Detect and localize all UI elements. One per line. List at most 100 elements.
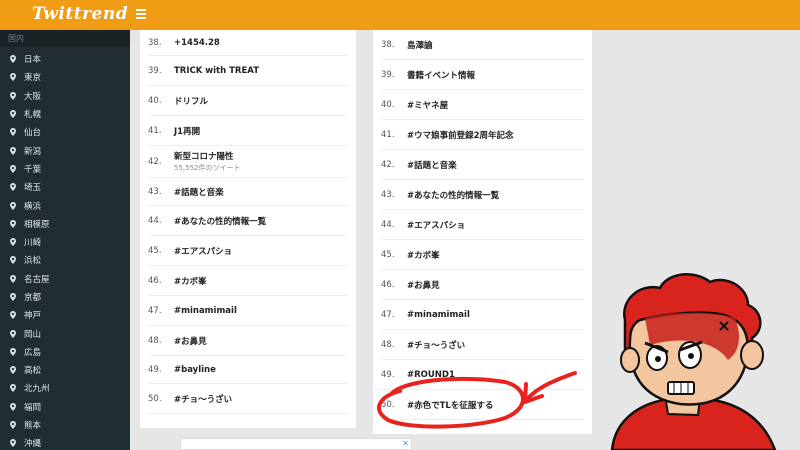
ad-banner[interactable]: ✕ [180, 438, 412, 450]
trend-row[interactable]: 40. ドリフル [148, 86, 348, 116]
trend-row[interactable]: 44. #あなたの性的情報一覧 [148, 206, 348, 236]
trend-topic-link[interactable]: TRICK with TREAT [174, 66, 259, 76]
trend-rank: 45. [381, 249, 395, 260]
trend-row[interactable]: 47. #minamimail [148, 296, 348, 326]
trend-topic-link[interactable]: ドリフル [174, 95, 208, 107]
sidebar-item[interactable]: 京都 [0, 288, 130, 306]
trend-topic-link[interactable]: #ROUND1 [407, 370, 455, 380]
trend-topic-link[interactable]: #カボ峯 [174, 275, 207, 287]
sidebar-item-label: 熊本 [24, 421, 42, 432]
sidebar-item[interactable]: 埼玉 [0, 178, 130, 196]
trend-topic-link[interactable]: 島澤諭 [407, 39, 433, 51]
trend-topic-link[interactable]: #エアスパショ [174, 245, 232, 257]
trend-row[interactable]: 50. #チョ〜うざい [148, 384, 348, 414]
trend-topic-link[interactable]: #bayline [174, 365, 216, 375]
sidebar-item[interactable]: 仙台 [0, 123, 130, 141]
sidebar-item[interactable]: 川崎 [0, 233, 130, 251]
sidebar-item[interactable]: 福岡 [0, 398, 130, 416]
sidebar-item-label: 神戸 [24, 311, 42, 322]
trend-row[interactable]: 45. #カボ峯 [381, 240, 584, 270]
trend-row[interactable]: 42. 新型コロナ陽性 55,552件のツイート [148, 146, 348, 178]
sidebar-item-label: 京都 [24, 293, 42, 303]
trend-row[interactable]: 45. #エアスパショ [148, 236, 348, 266]
trend-topic-link[interactable]: #話題と音楽 [407, 159, 457, 171]
sidebar-region-list: 日本 東京 大阪 札幌 仙台 新潟 千葉 埼玉 横浜 相模原 川崎 浜松 名古屋京都神戸岡山 広島 高松 北九… [0, 50, 130, 450]
trend-row[interactable]: 50. #赤色でTLを征服する [381, 390, 584, 420]
trend-topic-link[interactable]: #チョ〜うざい [174, 393, 232, 405]
trend-topic-link[interactable]: #あなたの性的情報一覧 [174, 215, 266, 227]
sidebar-item[interactable]: 広島 [0, 343, 130, 361]
map-pin-icon [10, 293, 16, 301]
trend-topic-link[interactable]: #お鼻見 [407, 279, 440, 291]
mascot-illustration [610, 273, 777, 450]
trend-topic-link[interactable]: #チョ〜うざい [407, 339, 465, 351]
trend-topic-link[interactable]: #お鼻見 [174, 335, 207, 347]
trend-row[interactable]: 42. #話題と音楽 [381, 150, 584, 180]
map-pin-icon [10, 366, 16, 375]
trend-topic-link[interactable]: +1454.28 [174, 38, 220, 48]
sidebar-item[interactable]: 沖縄 [0, 434, 130, 450]
sidebar-item[interactable]: 東京 [0, 68, 130, 86]
trend-row[interactable]: 38. +1454.28 [148, 30, 348, 56]
trend-topic-link[interactable]: #赤色でTLを征服する [407, 399, 493, 411]
trend-row[interactable]: 39. TRICK with TREAT [148, 56, 348, 86]
sidebar-item[interactable]: 神戸 [0, 306, 130, 324]
trend-row[interactable]: 48. #お鼻見 [148, 326, 348, 356]
trend-topic-link[interactable]: #エアスパショ [407, 219, 465, 231]
trend-row[interactable]: 40. #ミヤネ屋 [381, 90, 584, 120]
map-pin-icon [10, 219, 16, 228]
trend-row[interactable]: 49. #bayline [148, 356, 348, 384]
sidebar-item[interactable]: 札幌 [0, 105, 130, 123]
app-logo[interactable]: Twittrend [32, 4, 128, 24]
trend-topic-link[interactable]: #話題と音楽 [174, 186, 224, 198]
map-pin-icon [10, 329, 16, 338]
trend-rank: 41. [381, 129, 395, 140]
sidebar-item[interactable]: 浜松 [0, 251, 130, 269]
trend-row[interactable]: 47. #minamimail [381, 300, 584, 330]
sidebar-item[interactable]: 千葉 [0, 160, 130, 178]
trend-row[interactable]: 41. J1再開 [148, 116, 348, 146]
sidebar-item[interactable]: 日本 [0, 50, 130, 68]
trend-topic-link[interactable]: #minamimail [407, 310, 470, 320]
trend-row[interactable]: 46. #カボ峯 [148, 266, 348, 296]
trend-rank: 49. [148, 364, 162, 375]
hamburger-icon[interactable] [136, 9, 146, 19]
sidebar-item-label: 沖縄 [24, 439, 42, 450]
trend-rank: 42. [148, 156, 162, 167]
sidebar-item[interactable]: 熊本 [0, 416, 130, 434]
sidebar-item[interactable]: 相模原 [0, 215, 130, 233]
trend-rank: 44. [148, 215, 162, 226]
trend-topic-link[interactable]: #あなたの性的情報一覧 [407, 189, 499, 201]
sidebar-item[interactable]: 岡山 [0, 324, 130, 342]
sidebar-item[interactable]: 名古屋 [0, 270, 130, 288]
trend-row[interactable]: 49. #ROUND1 [381, 360, 584, 390]
trend-topic-link[interactable]: 新型コロナ陽性 [174, 150, 241, 162]
trend-row[interactable]: 43. #あなたの性的情報一覧 [381, 180, 584, 210]
sidebar-item[interactable]: 新潟 [0, 141, 130, 159]
trend-row[interactable]: 39. 書籍イベント情報 [381, 60, 584, 90]
trend-row[interactable]: 41. #ウマ娘事前登録2周年記念 [381, 120, 584, 150]
close-icon[interactable]: ✕ [402, 439, 409, 448]
sidebar-item[interactable]: 大阪 [0, 87, 130, 105]
trend-topic-link[interactable]: 書籍イベント情報 [407, 69, 475, 81]
trend-topic-link[interactable]: #ミヤネ屋 [407, 99, 448, 111]
trend-topic-link[interactable]: #カボ峯 [407, 249, 440, 261]
trend-topic-link[interactable]: #minamimail [174, 306, 237, 316]
trend-topic-link[interactable]: J1再開 [174, 125, 200, 137]
trend-row[interactable]: 44. #エアスパショ [381, 210, 584, 240]
sidebar-item[interactable]: 高松 [0, 361, 130, 379]
app-header: Twittrend [0, 0, 800, 30]
trend-rank: 40. [148, 95, 162, 106]
trend-row[interactable]: 48. #チョ〜うざい [381, 330, 584, 360]
map-pin-icon [10, 384, 16, 393]
sidebar-item[interactable]: 北九州 [0, 379, 130, 397]
trend-row[interactable]: 46. #お鼻見 [381, 270, 584, 300]
trend-list-left: 38. +1454.28 39. TRICK with TREAT 40. ドリフル 41.… [140, 30, 356, 428]
trend-topic-link[interactable]: #ウマ娘事前登録2周年記念 [407, 129, 514, 141]
sidebar-item[interactable]: 横浜 [0, 196, 130, 214]
trend-row[interactable]: 43. #話題と音楽 [148, 178, 348, 206]
trend-rank: 50. [148, 393, 162, 404]
trend-rank: 48. [148, 335, 162, 346]
trend-row[interactable]: 38. 島澤諭 [381, 30, 584, 60]
trend-rank: 39. [148, 65, 162, 76]
